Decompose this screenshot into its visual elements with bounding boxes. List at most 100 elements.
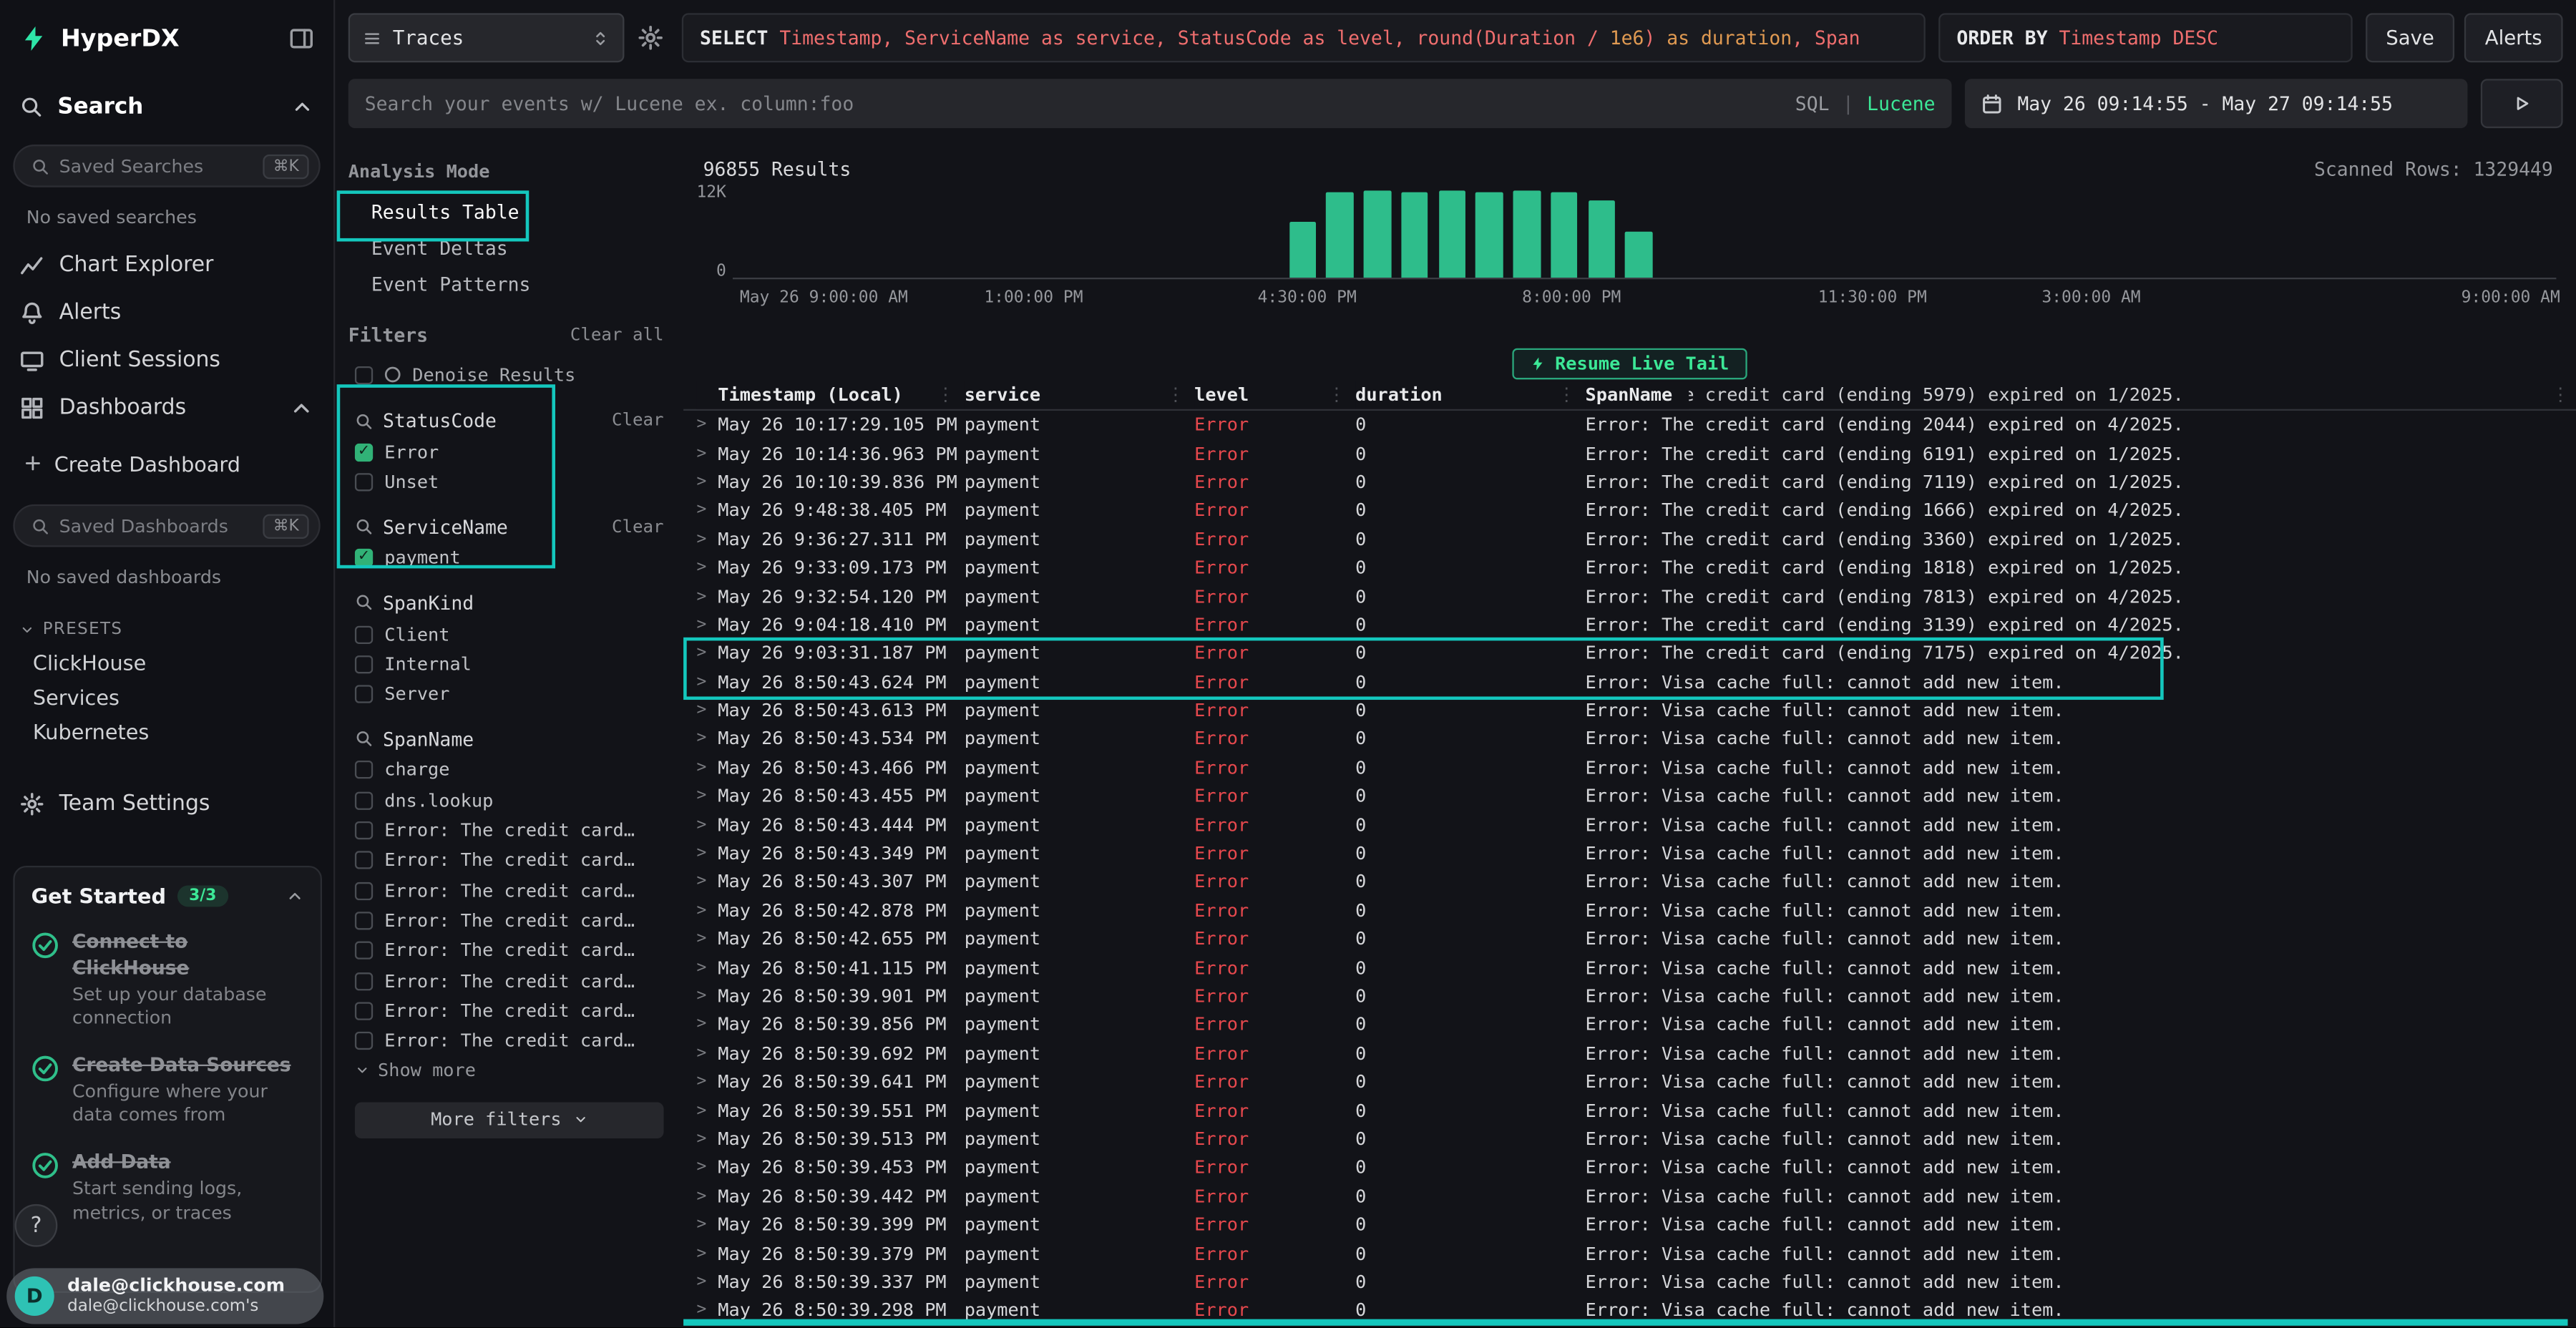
analysis-mode-option[interactable]: Event Deltas bbox=[348, 230, 677, 266]
column-header-service[interactable]: service bbox=[965, 384, 1040, 406]
date-range-picker[interactable]: May 26 09:14:55 - May 27 09:14:55 bbox=[1965, 79, 2468, 128]
row-expand-chevron[interactable]: > bbox=[696, 1073, 718, 1091]
saved-searches-search[interactable]: ⌘K bbox=[13, 145, 320, 187]
filter-checkbox-row[interactable]: Error: The credit card … bbox=[348, 1026, 677, 1056]
column-header-duration[interactable]: duration bbox=[1355, 384, 1443, 406]
saved-dashboards-search[interactable]: ⌘K bbox=[13, 504, 320, 547]
filter-checkbox-row[interactable]: Error: The credit card … bbox=[348, 876, 677, 906]
row-expand-chevron[interactable]: > bbox=[696, 730, 718, 748]
filter-checkbox-row[interactable]: Error bbox=[348, 437, 677, 467]
filter-checkbox-row[interactable]: Error: The credit card … bbox=[348, 936, 677, 966]
row-expand-chevron[interactable]: > bbox=[696, 616, 718, 634]
preset-item[interactable]: Kubernetes bbox=[0, 715, 333, 749]
row-expand-chevron[interactable]: > bbox=[696, 1130, 718, 1148]
row-expand-chevron[interactable]: > bbox=[696, 1187, 718, 1205]
row-expand-chevron[interactable]: > bbox=[696, 987, 718, 1005]
column-header-spanname[interactable]: SpanName bbox=[1586, 384, 1673, 406]
filter-checkbox[interactable] bbox=[355, 1032, 373, 1050]
presets-toggle[interactable]: PRESETS bbox=[0, 601, 333, 645]
table-row[interactable]: > May 26 8:50:39.856 PM payment Error 0 … bbox=[683, 1010, 2576, 1039]
preset-item[interactable]: ClickHouse bbox=[0, 645, 333, 680]
filter-checkbox-row[interactable]: dns.lookup bbox=[348, 786, 677, 816]
saved-searches-input[interactable] bbox=[59, 155, 254, 177]
create-dashboard-button[interactable]: Create Dashboard bbox=[0, 442, 333, 485]
filter-checkbox[interactable] bbox=[355, 851, 373, 869]
table-row[interactable]: > May 26 8:50:43.624 PM payment Error 0 … bbox=[683, 668, 2576, 696]
more-filters-button[interactable]: More filters bbox=[355, 1102, 664, 1138]
row-expand-chevron[interactable]: > bbox=[696, 816, 718, 834]
filter-checkbox[interactable] bbox=[355, 1002, 373, 1020]
row-expand-chevron[interactable]: > bbox=[696, 1045, 718, 1063]
get-started-header[interactable]: Get Started 3/3 bbox=[31, 884, 304, 908]
table-row[interactable]: > May 26 8:50:43.349 PM payment Error 0 … bbox=[683, 839, 2576, 868]
filter-checkbox[interactable] bbox=[355, 791, 373, 809]
column-resize-handle[interactable]: ⋮ bbox=[1558, 384, 1586, 406]
column-header-timestamp[interactable]: Timestamp (Local) bbox=[718, 384, 903, 406]
table-row[interactable]: > May 26 8:50:41.115 PM payment Error 0 … bbox=[683, 954, 2576, 982]
table-row[interactable]: > May 26 8:50:39.901 PM payment Error 0 … bbox=[683, 982, 2576, 1011]
nav-dashboards[interactable]: Dashboards bbox=[0, 384, 333, 432]
filter-checkbox-row[interactable]: Error: The credit card … bbox=[348, 906, 677, 936]
table-row[interactable]: > May 26 8:50:39.692 PM payment Error 0 … bbox=[683, 1039, 2576, 1068]
saved-dashboards-input[interactable] bbox=[59, 515, 254, 537]
row-expand-chevron[interactable]: > bbox=[696, 587, 718, 605]
table-row[interactable]: > May 26 8:50:42.878 PM payment Error 0 … bbox=[683, 897, 2576, 925]
column-header-level[interactable]: level bbox=[1194, 384, 1249, 406]
table-row[interactable]: > May 26 8:50:43.466 PM payment Error 0 … bbox=[683, 753, 2576, 782]
row-expand-chevron[interactable]: > bbox=[696, 1158, 718, 1176]
row-expand-chevron[interactable]: > bbox=[696, 1244, 718, 1262]
table-row[interactable]: > May 26 8:50:39.399 PM payment Error 0 … bbox=[683, 1211, 2576, 1239]
source-select[interactable]: Traces bbox=[348, 13, 625, 62]
row-expand-chevron[interactable]: > bbox=[696, 559, 718, 577]
table-row[interactable]: > May 26 8:50:39.453 PM payment Error 0 … bbox=[683, 1153, 2576, 1182]
table-row[interactable]: > May 26 9:48:38.405 PM payment Error 0 … bbox=[683, 497, 2576, 525]
filter-checkbox[interactable] bbox=[355, 972, 373, 990]
filter-checkbox[interactable] bbox=[355, 549, 373, 567]
analysis-mode-option[interactable]: Event Patterns bbox=[348, 266, 677, 303]
table-row[interactable]: > May 26 10:10:39.836 PM payment Error 0… bbox=[683, 468, 2576, 497]
checklist-item[interactable]: Connect to ClickHouse Set up your databa… bbox=[31, 929, 304, 1030]
column-resize-handle[interactable]: ⋮ bbox=[2552, 381, 2570, 411]
denoise-results-toggle[interactable]: Denoise Results bbox=[348, 358, 677, 391]
event-search-bar[interactable]: SQL | Lucene bbox=[348, 79, 1952, 128]
row-expand-chevron[interactable]: > bbox=[696, 645, 718, 663]
sql-select-editor[interactable]: SELECT Timestamp, ServiceName as service… bbox=[682, 13, 1926, 62]
nav-team-settings[interactable]: Team Settings bbox=[0, 785, 333, 821]
filter-checkbox-row[interactable]: Server bbox=[348, 679, 677, 709]
table-row[interactable]: > May 26 10:17:29.105 PM payment Error 0… bbox=[683, 411, 2576, 439]
table-row[interactable]: > May 26 8:50:43.613 PM payment Error 0 … bbox=[683, 696, 2576, 725]
filter-checkbox[interactable] bbox=[355, 625, 373, 643]
filter-group-clear[interactable]: Clear bbox=[612, 411, 664, 431]
clear-all-link[interactable]: Clear all bbox=[570, 326, 664, 346]
filter-checkbox-row[interactable]: charge bbox=[348, 756, 677, 786]
row-expand-chevron[interactable]: > bbox=[696, 873, 718, 891]
row-expand-chevron[interactable]: > bbox=[696, 959, 718, 977]
column-resize-handle[interactable]: ⋮ bbox=[1166, 384, 1194, 406]
denoise-checkbox[interactable] bbox=[355, 366, 373, 384]
row-expand-chevron[interactable]: > bbox=[696, 673, 718, 691]
row-expand-chevron[interactable]: > bbox=[696, 758, 718, 776]
row-expand-chevron[interactable]: > bbox=[696, 444, 718, 462]
order-by-editor[interactable]: ORDER BY Timestamp DESC bbox=[1938, 13, 2353, 62]
table-row[interactable]: > May 26 8:50:39.379 PM payment Error 0 … bbox=[683, 1239, 2576, 1268]
resume-live-tail-button[interactable]: Resume Live Tail bbox=[1512, 348, 1747, 380]
filter-checkbox-row[interactable]: Error: The credit card … bbox=[348, 846, 677, 876]
row-expand-chevron[interactable]: > bbox=[696, 473, 718, 491]
table-row[interactable]: > May 26 8:50:39.513 PM payment Error 0 … bbox=[683, 1125, 2576, 1153]
chevron-up-icon[interactable] bbox=[286, 887, 303, 905]
filter-checkbox[interactable] bbox=[355, 473, 373, 491]
table-row[interactable]: > May 26 8:50:43.455 PM payment Error 0 … bbox=[683, 782, 2576, 811]
column-resize-handle[interactable]: ⋮ bbox=[1327, 384, 1355, 406]
filter-group-clear[interactable]: Clear bbox=[612, 517, 664, 537]
row-expand-chevron[interactable]: > bbox=[696, 530, 718, 548]
table-row[interactable]: > May 26 9:33:09.173 PM payment Error 0 … bbox=[683, 554, 2576, 582]
filter-checkbox[interactable] bbox=[355, 761, 373, 779]
table-row[interactable]: > May 26 8:50:39.641 PM payment Error 0 … bbox=[683, 1068, 2576, 1096]
filter-checkbox[interactable] bbox=[355, 443, 373, 461]
help-button[interactable]: ? bbox=[15, 1204, 58, 1247]
row-expand-chevron[interactable]: > bbox=[696, 930, 718, 948]
row-expand-chevron[interactable]: > bbox=[696, 787, 718, 805]
filter-checkbox-row[interactable]: Error: The credit card … bbox=[348, 996, 677, 1026]
row-expand-chevron[interactable]: > bbox=[696, 844, 718, 862]
user-menu[interactable]: D dale@clickhouse.com dale@clickhouse.co… bbox=[6, 1268, 323, 1324]
